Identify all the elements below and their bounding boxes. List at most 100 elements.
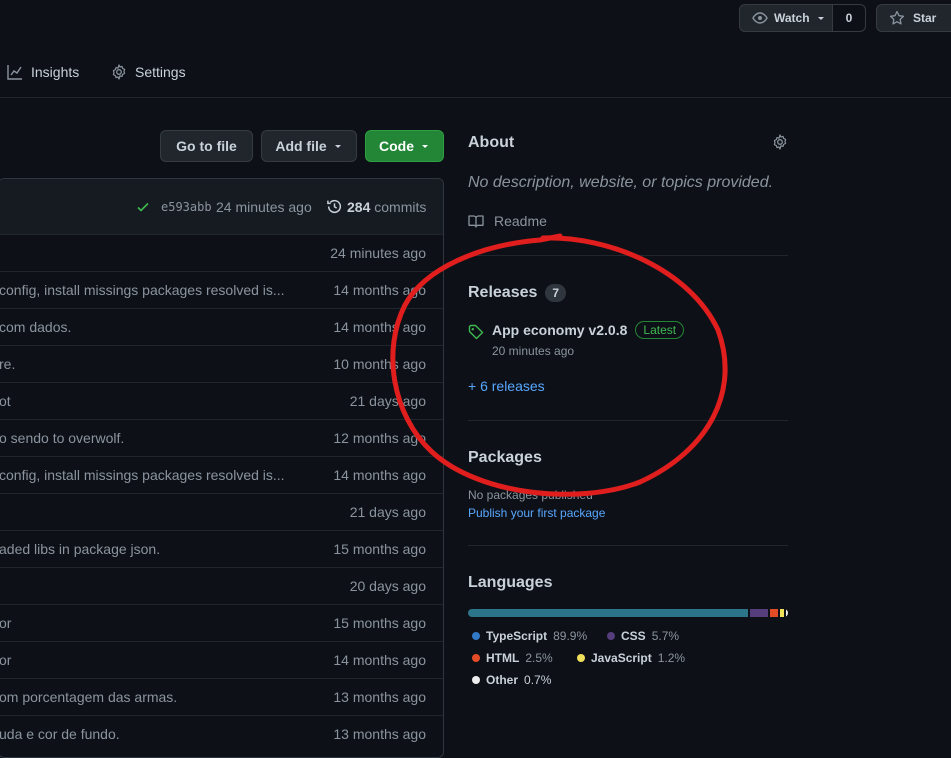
commit-message[interactable]: aded libs in package json. <box>0 541 160 557</box>
about-description: No description, website, or topics provi… <box>468 174 774 191</box>
table-row[interactable]: aded libs in package json. 15 months ago <box>0 530 443 568</box>
history-icon <box>326 198 343 215</box>
add-file-button[interactable]: Add file <box>261 130 357 162</box>
caret-down-icon <box>420 141 430 151</box>
language-percent: 2.5% <box>525 651 553 665</box>
commit-time: 24 minutes ago <box>216 199 312 215</box>
commit-age: 14 months ago <box>333 467 426 483</box>
commit-age: 21 days ago <box>349 504 426 520</box>
table-row[interactable]: or 14 months ago <box>0 641 443 679</box>
watch-count[interactable]: 0 <box>832 4 866 32</box>
latest-badge: Latest <box>635 321 685 339</box>
readme-label: Readme <box>494 213 547 229</box>
code-button[interactable]: Code <box>365 130 444 162</box>
commit-message[interactable]: com dados. <box>0 319 71 335</box>
commit-message[interactable]: or <box>0 652 11 668</box>
language-color-dot <box>472 676 480 684</box>
language-color-dot <box>577 654 585 662</box>
gear-icon <box>111 64 127 80</box>
language-item[interactable]: HTML 2.5% <box>472 651 553 665</box>
more-releases-link[interactable]: + 6 releases <box>468 378 545 394</box>
check-icon <box>136 200 150 214</box>
tab-insights[interactable]: Insights <box>7 64 79 80</box>
releases-title: Releases <box>468 284 538 301</box>
language-item[interactable]: Other 0.7% <box>472 673 551 687</box>
language-item[interactable]: CSS 5.7% <box>607 629 679 643</box>
commit-message[interactable]: om porcentagem das armas. <box>0 689 177 705</box>
commit-age: 15 months ago <box>333 541 426 557</box>
table-row[interactable]: re. 10 months ago <box>0 345 443 383</box>
star-label: Star <box>913 11 937 25</box>
latest-release[interactable]: App economy v2.0.8 Latest <box>492 321 685 339</box>
packages-heading[interactable]: Packages <box>468 449 542 467</box>
language-name: HTML <box>486 651 520 665</box>
commit-message[interactable]: config, install missings packages resolv… <box>0 282 285 298</box>
tab-settings[interactable]: Settings <box>111 64 186 80</box>
commit-message[interactable]: ot <box>0 393 11 409</box>
table-row[interactable]: 20 days ago <box>0 567 443 605</box>
go-to-file-button[interactable]: Go to file <box>160 130 253 162</box>
commit-count: 284 <box>347 199 371 215</box>
watch-button[interactable]: Watch <box>739 4 833 32</box>
commit-age: 14 months ago <box>333 652 426 668</box>
latest-release-time: 20 minutes ago <box>492 344 575 358</box>
table-row[interactable]: config, install missings packages resolv… <box>0 271 443 309</box>
commit-message[interactable]: uda e cor de fundo. <box>0 726 120 742</box>
commits-label: commits <box>374 199 427 215</box>
commit-age: 13 months ago <box>333 726 426 742</box>
table-row[interactable]: com dados. 14 months ago <box>0 308 443 346</box>
commit-age: 12 months ago <box>333 430 426 446</box>
table-row[interactable]: uda e cor de fundo. 13 months ago <box>0 715 443 753</box>
star-icon <box>889 10 905 26</box>
commit-age: 10 months ago <box>333 356 426 372</box>
language-item[interactable]: JavaScript 1.2% <box>577 651 685 665</box>
table-row[interactable]: ot 21 days ago <box>0 382 443 420</box>
commit-age: 14 months ago <box>333 282 426 298</box>
code-label: Code <box>379 138 414 154</box>
graph-icon <box>7 64 23 80</box>
language-percent: 89.9% <box>553 629 588 643</box>
table-row[interactable]: 21 days ago <box>0 493 443 531</box>
commit-hash[interactable]: e593abb <box>161 200 212 214</box>
latest-commit-bar: e593abb 24 minutes ago 284 commits <box>0 179 443 235</box>
language-bar-segment <box>750 609 769 617</box>
commit-age: 21 days ago <box>349 393 426 409</box>
tabs-divider <box>0 97 951 98</box>
table-row[interactable]: config, install missings packages resolv… <box>0 456 443 494</box>
go-to-file-label: Go to file <box>176 138 237 154</box>
about-heading: About <box>468 134 515 151</box>
language-percent: 1.2% <box>657 651 686 665</box>
no-packages-text: No packages published <box>468 488 593 502</box>
language-bar-segment <box>780 609 784 617</box>
commits-link[interactable]: 284 commits <box>347 199 426 215</box>
releases-heading[interactable]: Releases 7 <box>468 284 567 302</box>
language-bar-segment <box>468 609 749 617</box>
commit-age: 13 months ago <box>333 689 426 705</box>
commit-age: 20 days ago <box>349 578 426 594</box>
table-row[interactable]: or 15 months ago <box>0 604 443 642</box>
commit-message[interactable]: re. <box>0 356 15 372</box>
commit-message[interactable]: or <box>0 615 11 631</box>
gear-icon[interactable] <box>772 134 788 150</box>
language-percent: 5.7% <box>651 629 680 643</box>
caret-down-icon <box>333 141 343 151</box>
language-color-dot <box>472 654 480 662</box>
commit-message[interactable]: o sendo to overwolf. <box>0 430 124 446</box>
watch-label: Watch <box>774 11 810 25</box>
language-name: Other <box>486 673 519 687</box>
publish-package-link[interactable]: Publish your first package <box>468 506 605 520</box>
add-file-label: Add file <box>275 138 327 154</box>
file-list: e593abb 24 minutes ago 284 commits 24 mi… <box>0 178 444 758</box>
language-item[interactable]: TypeScript 89.9% <box>472 629 587 643</box>
language-color-dot <box>607 632 615 640</box>
table-row[interactable]: om porcentagem das armas. 13 months ago <box>0 678 443 716</box>
table-row[interactable]: 24 minutes ago <box>0 234 443 272</box>
tag-icon <box>468 324 484 340</box>
readme-link[interactable]: Readme <box>468 213 547 229</box>
language-name: JavaScript <box>591 651 652 665</box>
star-button[interactable]: Star <box>876 4 951 32</box>
table-row[interactable]: o sendo to overwolf. 12 months ago <box>0 419 443 457</box>
tab-settings-label: Settings <box>135 64 186 80</box>
divider <box>468 545 788 546</box>
commit-message[interactable]: config, install missings packages resolv… <box>0 467 285 483</box>
